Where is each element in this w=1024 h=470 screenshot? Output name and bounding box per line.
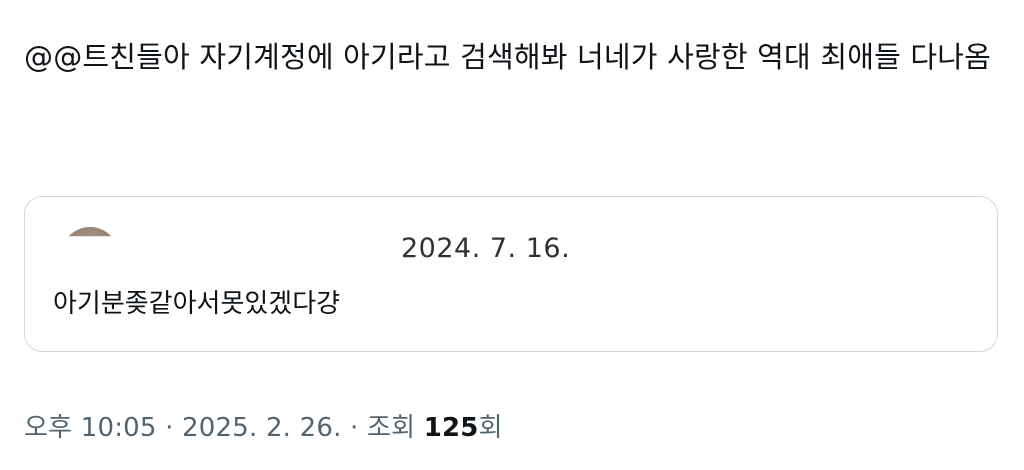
meta-separator: ·: [165, 413, 174, 443]
quoted-tweet-header: 2024. 7. 16.: [25, 197, 997, 267]
tweet-metadata: 오후 10:05 · 2025. 2. 26. · 조회 125회: [24, 407, 503, 444]
quoted-tweet-date[interactable]: 2024. 7. 16.: [401, 233, 570, 264]
tweet-date[interactable]: 2025. 2. 26.: [182, 413, 342, 443]
quoted-tweet-card[interactable]: 2024. 7. 16. 아기분좆같아서못있겠다걍: [24, 196, 998, 352]
avatar[interactable]: [61, 227, 119, 237]
meta-separator: ·: [350, 413, 359, 443]
views-suffix: 회: [478, 413, 503, 443]
quoted-tweet-text: 아기분좆같아서못있겠다걍: [53, 289, 341, 319]
views-label: 조회: [366, 413, 416, 443]
tweet-text: @@트친들아 자기계정에 아기라고 검색해봐 너네가 사랑한 역대 최애들 다나…: [24, 40, 992, 74]
views-count: 125: [423, 413, 479, 443]
tweet-time[interactable]: 오후 10:05: [24, 413, 157, 443]
